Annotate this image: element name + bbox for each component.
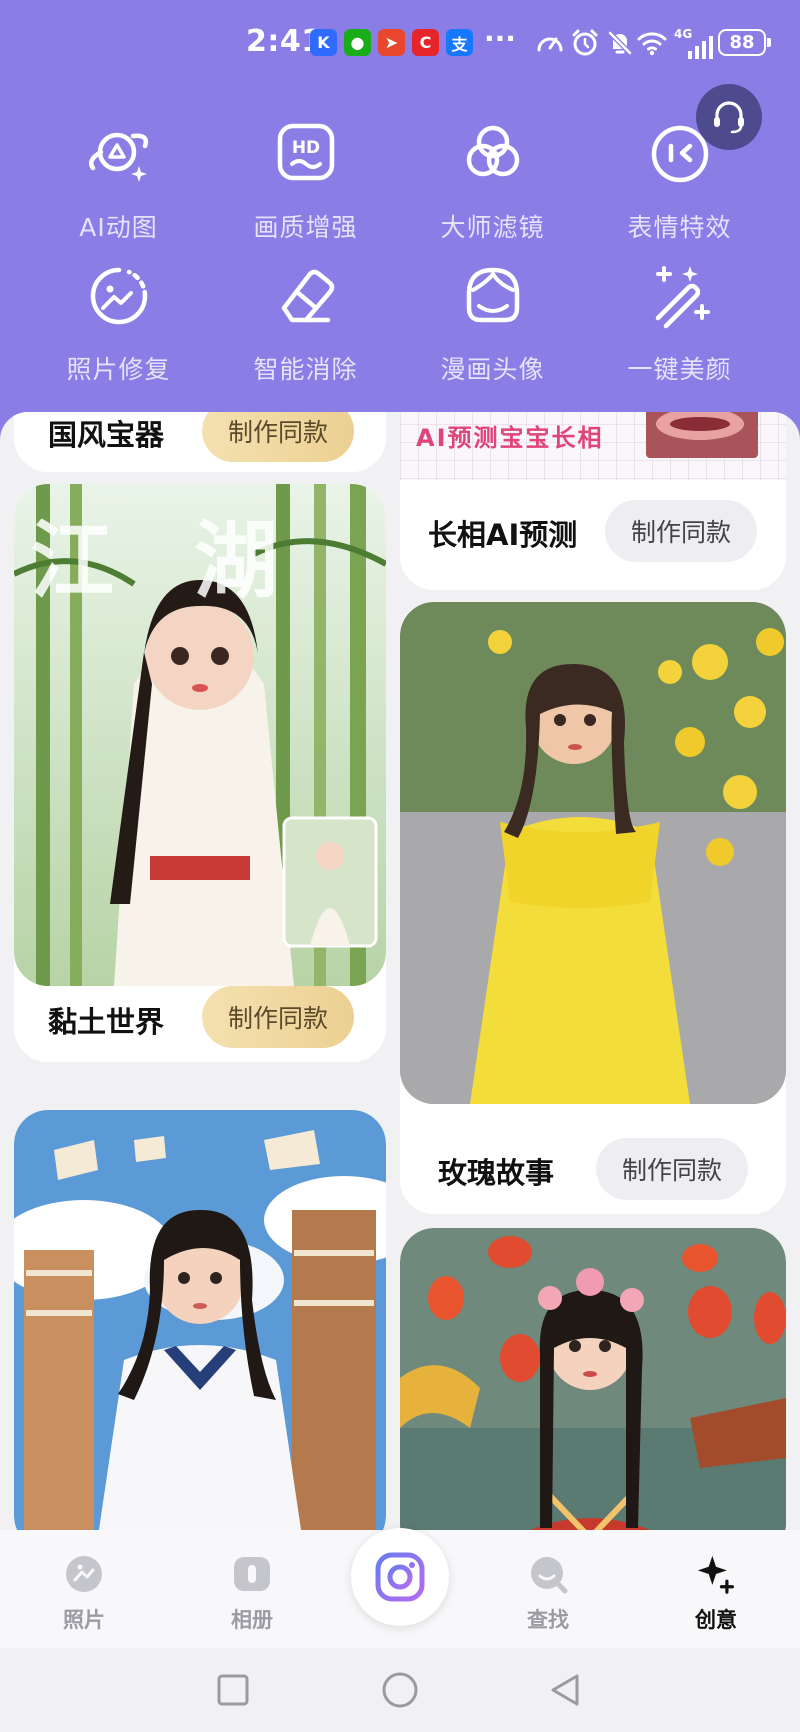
- planet-sparkle-icon: [88, 132, 148, 182]
- sparkle-icon: [696, 1554, 736, 1594]
- hd-icon: HD: [277, 123, 334, 181]
- card-title: 长相AI预测: [428, 518, 578, 552]
- speed-icon: [534, 27, 566, 59]
- wechat-icon: ●: [344, 29, 371, 56]
- mute-bell-icon: [604, 27, 636, 59]
- card-image-school-girl: [14, 1110, 386, 1530]
- tool-label: 漫画头像: [440, 355, 545, 384]
- nav-label: 查找: [527, 1608, 569, 1632]
- tool-label: 大师滤镜: [440, 213, 545, 242]
- template-card[interactable]: 国风宝器 制作同款: [14, 412, 386, 472]
- telegram-icon: ➤: [378, 29, 405, 56]
- card-title: 玫瑰故事: [438, 1156, 555, 1190]
- card-title: 国风宝器: [48, 418, 165, 452]
- wifi-icon: [636, 27, 668, 59]
- nav-photos[interactable]: 照片: [34, 1554, 134, 1634]
- photo-repair-icon: [90, 267, 147, 325]
- status-bar: 2:41 K ● ➤ C 支 ··· 4G 88: [0, 0, 800, 88]
- filter-circles-icon: [466, 125, 519, 177]
- tool-comic-avatar[interactable]: 漫画头像: [399, 260, 586, 386]
- tool-enhance[interactable]: HD 画质增强: [212, 118, 399, 244]
- photos-icon: [64, 1554, 104, 1594]
- kuaishou-icon: K: [310, 29, 337, 56]
- nav-label: 创意: [695, 1608, 737, 1632]
- emoji-effect-icon: [651, 125, 708, 183]
- header-panel: 2:41 K ● ➤ C 支 ··· 4G 88 AI动图 HD 画质增强 大师…: [0, 0, 800, 440]
- card-image-rose-story: [400, 602, 786, 1104]
- home-button[interactable]: [378, 1668, 422, 1712]
- eraser-icon: [281, 269, 334, 323]
- tool-master-filter[interactable]: 大师滤镜: [399, 118, 586, 244]
- card-image-lantern-girl: [400, 1228, 786, 1530]
- tool-smart-erase[interactable]: 智能消除: [212, 260, 399, 386]
- battery-indicator: 88: [718, 29, 771, 56]
- template-card[interactable]: AI预测宝宝长相 长相AI预测 制作同款: [400, 412, 786, 590]
- nav-creative[interactable]: 创意: [666, 1554, 766, 1634]
- make-same-button[interactable]: 制作同款: [202, 986, 354, 1048]
- comic-avatar-icon: [466, 267, 519, 323]
- template-card[interactable]: [14, 1110, 386, 1530]
- magic-wand-icon: [655, 266, 710, 329]
- tool-label: 画质增强: [253, 213, 358, 242]
- template-card[interactable]: 江湖 黏土世界 制作同款: [14, 484, 386, 1062]
- more-notifications-icon: ···: [484, 22, 516, 55]
- tool-photo-repair[interactable]: 照片修复: [25, 260, 212, 386]
- alarm-icon: [569, 27, 601, 59]
- svg-text:HD: HD: [291, 138, 319, 158]
- tool-label: AI动图: [79, 213, 158, 242]
- tool-label: 一键美颜: [627, 355, 732, 384]
- make-same-button[interactable]: 制作同款: [605, 500, 757, 562]
- template-card[interactable]: [400, 1228, 786, 1530]
- template-card[interactable]: 玫瑰故事 制作同款: [400, 602, 786, 1214]
- nav-search[interactable]: 查找: [498, 1554, 598, 1634]
- camera-button[interactable]: [351, 1528, 449, 1626]
- card-image-baby-prediction: AI预测宝宝长相: [400, 412, 786, 480]
- card-image-clay-world: 江湖: [14, 484, 386, 986]
- tool-ai-gif[interactable]: AI动图: [25, 118, 212, 244]
- triangle-back-icon: [551, 1674, 579, 1706]
- circle-icon: [382, 1672, 418, 1708]
- tool-label: 智能消除: [253, 355, 358, 384]
- template-feed[interactable]: 国风宝器 制作同款 AI预测宝宝长相 长相AI预测 制作同款 江湖 黏土世界 制…: [0, 412, 800, 1530]
- app-c-icon: C: [412, 29, 439, 56]
- nav-album[interactable]: 相册: [202, 1554, 302, 1634]
- tool-one-click-beauty[interactable]: 一键美颜: [586, 260, 773, 386]
- make-same-button[interactable]: 制作同款: [596, 1138, 748, 1200]
- card-title: 黏土世界: [48, 1005, 165, 1039]
- nav-label: 相册: [231, 1608, 273, 1632]
- back-button[interactable]: [543, 1668, 587, 1712]
- camera-icon: [375, 1552, 425, 1602]
- album-icon: [232, 1554, 272, 1594]
- make-same-button[interactable]: 制作同款: [202, 412, 354, 462]
- bottom-navigation: 照片 相册 查找 创意: [0, 1528, 800, 1648]
- square-icon: [217, 1674, 249, 1706]
- tool-label: 表情特效: [627, 213, 732, 242]
- card-image-caption: AI预测宝宝长相: [416, 424, 604, 452]
- recents-button[interactable]: [211, 1668, 255, 1712]
- system-navigation-bar: [0, 1648, 800, 1732]
- tool-label: 照片修复: [66, 355, 171, 384]
- nav-label: 照片: [63, 1608, 105, 1632]
- card-image-caption: 江湖: [30, 512, 359, 610]
- tool-emoji-effect[interactable]: 表情特效: [586, 118, 773, 244]
- signal-icon: [684, 31, 716, 63]
- alipay-icon: 支: [446, 29, 473, 56]
- search-icon: [528, 1554, 568, 1594]
